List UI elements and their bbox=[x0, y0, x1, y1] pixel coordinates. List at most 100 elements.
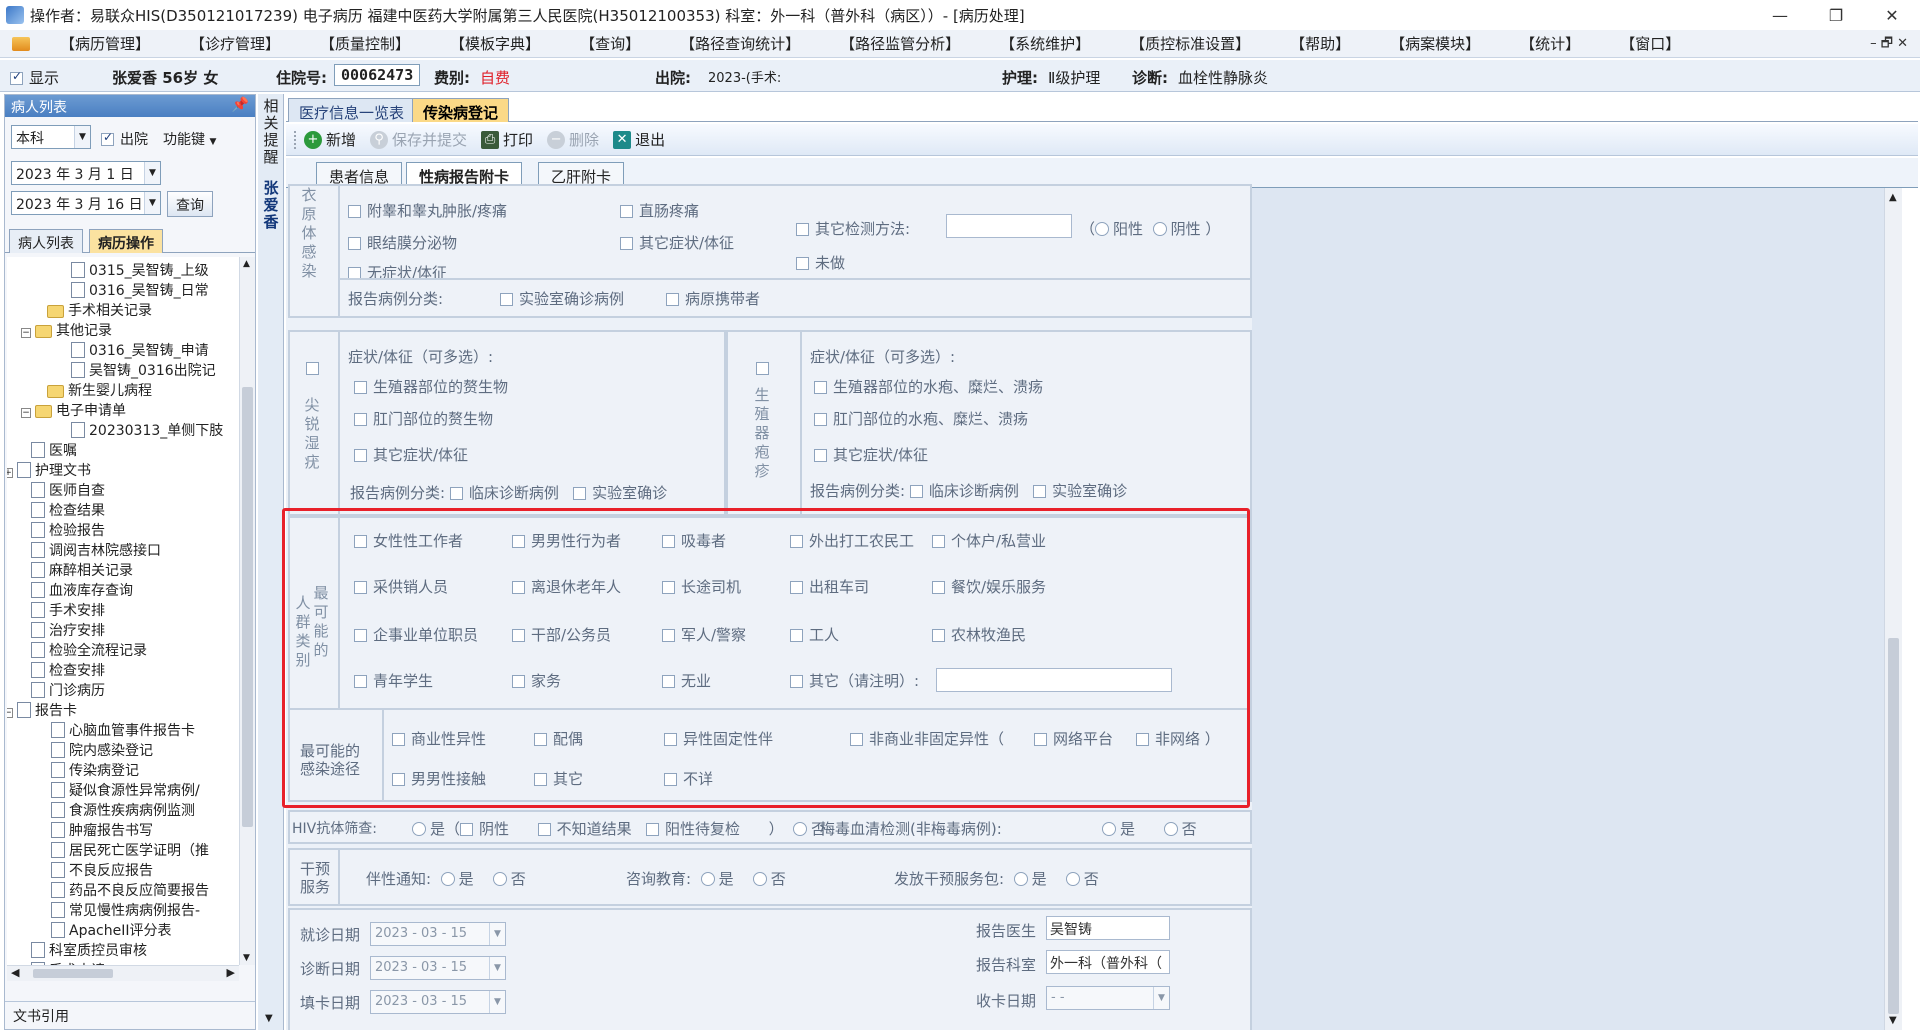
collapse-icon[interactable]: − bbox=[21, 328, 31, 338]
recv-date-picker[interactable]: - - ▼ bbox=[1046, 986, 1170, 1010]
tab-medical-info[interactable]: 医疗信息一览表 bbox=[288, 98, 416, 122]
tree-item[interactable]: 治疗安排 bbox=[31, 621, 105, 641]
tree-item[interactable]: 门诊病历 bbox=[31, 681, 105, 701]
menu-help[interactable]: 【帮助】 bbox=[1270, 33, 1370, 54]
menu-statistics[interactable]: 【统计】 bbox=[1500, 33, 1600, 54]
query-button[interactable]: 查询 bbox=[167, 191, 213, 217]
tree-item[interactable]: 检查结果 bbox=[31, 501, 105, 521]
tree-item[interactable]: 0315_吴智铸_上级 bbox=[71, 261, 209, 281]
chk-condyloma-clinical[interactable] bbox=[449, 487, 463, 500]
tree-item[interactable]: 检查安排 bbox=[31, 661, 105, 681]
reminder-tab[interactable]: 相关提醒 bbox=[262, 98, 280, 166]
tree-item[interactable]: 血液库存查询 bbox=[31, 581, 133, 601]
tree-item[interactable]: 常见慢性病病例报告- bbox=[51, 901, 200, 921]
menu-template-dict[interactable]: 【模板字典】 bbox=[430, 33, 560, 54]
fill-date-picker[interactable]: 2023 - 03 - 15 ▼ bbox=[370, 990, 506, 1014]
chk-carrier[interactable]: 病原携带者 bbox=[666, 288, 760, 309]
tab-patient-list[interactable]: 病人列表 bbox=[9, 229, 83, 253]
tree-item[interactable]: 新生婴儿病程 bbox=[47, 381, 152, 401]
menu-diagnosis-mgmt[interactable]: 【诊疗管理】 bbox=[170, 33, 300, 54]
tree-item[interactable]: 手术相关记录 bbox=[47, 301, 152, 321]
form-vscroll[interactable]: ▲ ▼ bbox=[1884, 188, 1902, 1030]
minimize-button[interactable]: — bbox=[1752, 0, 1808, 30]
tree-item[interactable]: 不良反应报告 bbox=[51, 861, 153, 881]
tab-infectious-disease[interactable]: 传染病登记 bbox=[412, 98, 510, 122]
radio-hiv-yes[interactable] bbox=[412, 822, 426, 836]
chk-condyloma[interactable] bbox=[306, 362, 319, 375]
tree-item[interactable]: 吴智铸_0316出院记 bbox=[71, 361, 216, 381]
tree-item[interactable]: 肿瘤报告书写 bbox=[51, 821, 153, 841]
chk-anal-wart[interactable]: 肛门部位的赘生物 bbox=[354, 408, 493, 429]
dept-select[interactable]: 本科 ▼ bbox=[11, 125, 91, 149]
doc-reference[interactable]: 文书引用 bbox=[5, 1001, 255, 1029]
tree-item[interactable]: 调阅吉林院感接口 bbox=[31, 541, 161, 561]
menu-window[interactable]: 【窗口】 bbox=[1600, 33, 1700, 54]
other-test-input[interactable] bbox=[946, 214, 1072, 238]
tree-item[interactable]: − 报告卡 bbox=[7, 701, 77, 721]
scroll-up-icon[interactable]: ▲ bbox=[1889, 192, 1897, 203]
menu-system[interactable]: 【系统维护】 bbox=[980, 33, 1110, 54]
menu-case-module[interactable]: 【病案模块】 bbox=[1370, 33, 1500, 54]
discharged-filter[interactable]: 出院 bbox=[101, 129, 148, 149]
show-checkbox[interactable] bbox=[10, 69, 23, 85]
tree-item[interactable]: 检验全流程记录 bbox=[31, 641, 147, 661]
chk-other-symptom[interactable]: 其它症状/体征 bbox=[620, 232, 734, 253]
chk-herpes-other[interactable]: 其它症状/体征 bbox=[814, 444, 928, 465]
tree-item[interactable]: 疑似食源性异常病例/ bbox=[51, 781, 200, 801]
tree-item[interactable]: 心脑血管事件报告卡 bbox=[51, 721, 195, 741]
tab-record-ops[interactable]: 病历操作 bbox=[89, 229, 163, 253]
save-submit-button[interactable]: ⚲ 保存并提交 bbox=[370, 129, 467, 150]
func-key-dropdown[interactable]: 功能键 ▼ bbox=[163, 129, 216, 149]
scroll-left-icon[interactable]: ◀ bbox=[11, 966, 19, 979]
expand-icon[interactable]: + bbox=[7, 468, 13, 478]
tree-item[interactable]: 检验报告 bbox=[31, 521, 105, 541]
pin-icon[interactable]: 📌 bbox=[232, 97, 249, 113]
tree-item[interactable]: 医嘱 bbox=[31, 441, 77, 461]
chk-anal-blister[interactable]: 肛门部位的水疱、糜烂、溃疡 bbox=[814, 408, 1028, 429]
radio-pack-no[interactable] bbox=[1065, 872, 1080, 886]
chk-herpes[interactable] bbox=[756, 362, 769, 375]
menu-quality-control[interactable]: 【质量控制】 bbox=[300, 33, 430, 54]
radio-positive[interactable] bbox=[1095, 222, 1110, 236]
tree-item[interactable]: 院内感染登记 bbox=[51, 741, 153, 761]
chk-hiv-neg[interactable] bbox=[460, 823, 474, 836]
tree-item[interactable]: 0316_吴智铸_申请 bbox=[71, 341, 209, 361]
tree-item[interactable]: − 电子申请单 bbox=[21, 401, 126, 421]
delete-button[interactable]: − 删除 bbox=[547, 129, 599, 150]
collapse-icon[interactable]: − bbox=[21, 408, 31, 418]
scroll-right-icon[interactable]: ▶ bbox=[227, 966, 235, 979]
radio-consult-no[interactable] bbox=[752, 872, 767, 886]
scroll-thumb[interactable] bbox=[242, 387, 253, 827]
chk-condyloma-lab[interactable] bbox=[573, 487, 587, 500]
doctor-input[interactable]: 吴智铸 bbox=[1046, 916, 1170, 940]
menu-query[interactable]: 【查询】 bbox=[560, 33, 660, 54]
tree-item[interactable]: 0316_吴智铸_日常 bbox=[71, 281, 209, 301]
chk-not-done[interactable]: 未做 bbox=[796, 252, 845, 273]
tree-item[interactable]: − 其他记录 bbox=[21, 321, 112, 341]
radio-partner-yes[interactable] bbox=[440, 872, 455, 886]
collapse-icon[interactable]: − bbox=[7, 708, 13, 718]
chk-rectal-pain[interactable]: 直肠疼痛 bbox=[620, 200, 699, 221]
scroll-down-icon[interactable]: ▼ bbox=[243, 953, 250, 963]
visit-date-picker[interactable]: 2023 - 03 - 15 ▼ bbox=[370, 922, 506, 946]
tree-item[interactable]: 医师自查 bbox=[31, 481, 105, 501]
chk-other-test[interactable]: 其它检测方法: bbox=[796, 218, 910, 239]
tree-item[interactable]: 居民死亡医学证明（推 bbox=[51, 841, 209, 861]
tree-item[interactable]: 科室质控员审核 bbox=[31, 941, 147, 961]
tree-item[interactable]: 药品不良反应简要报告 bbox=[51, 881, 209, 901]
radio-negative[interactable] bbox=[1152, 222, 1167, 236]
print-button[interactable]: ⎙ 打印 bbox=[481, 129, 533, 150]
exit-button[interactable]: ✕ 退出 bbox=[613, 129, 665, 150]
tree-item[interactable]: 食源性疾病病例监测 bbox=[51, 801, 195, 821]
scroll-down-icon[interactable]: ▼ bbox=[1889, 1015, 1897, 1026]
show-toggle[interactable]: 显示 bbox=[10, 67, 59, 88]
radio-pack-yes[interactable] bbox=[1013, 872, 1028, 886]
scroll-thumb[interactable] bbox=[1888, 638, 1899, 1014]
radio-hiv-no[interactable] bbox=[793, 822, 808, 836]
radio-consult-yes[interactable] bbox=[700, 872, 715, 886]
menu-path-analysis[interactable]: 【路径监管分析】 bbox=[820, 33, 980, 54]
tree-item[interactable]: 20230313_单侧下肢 bbox=[71, 421, 223, 441]
chk-conjunctiva[interactable]: 眼结膜分泌物 bbox=[348, 232, 457, 253]
tree-item[interactable]: 传染病登记 bbox=[51, 761, 139, 781]
restore-button[interactable]: ❐ bbox=[1808, 0, 1864, 30]
